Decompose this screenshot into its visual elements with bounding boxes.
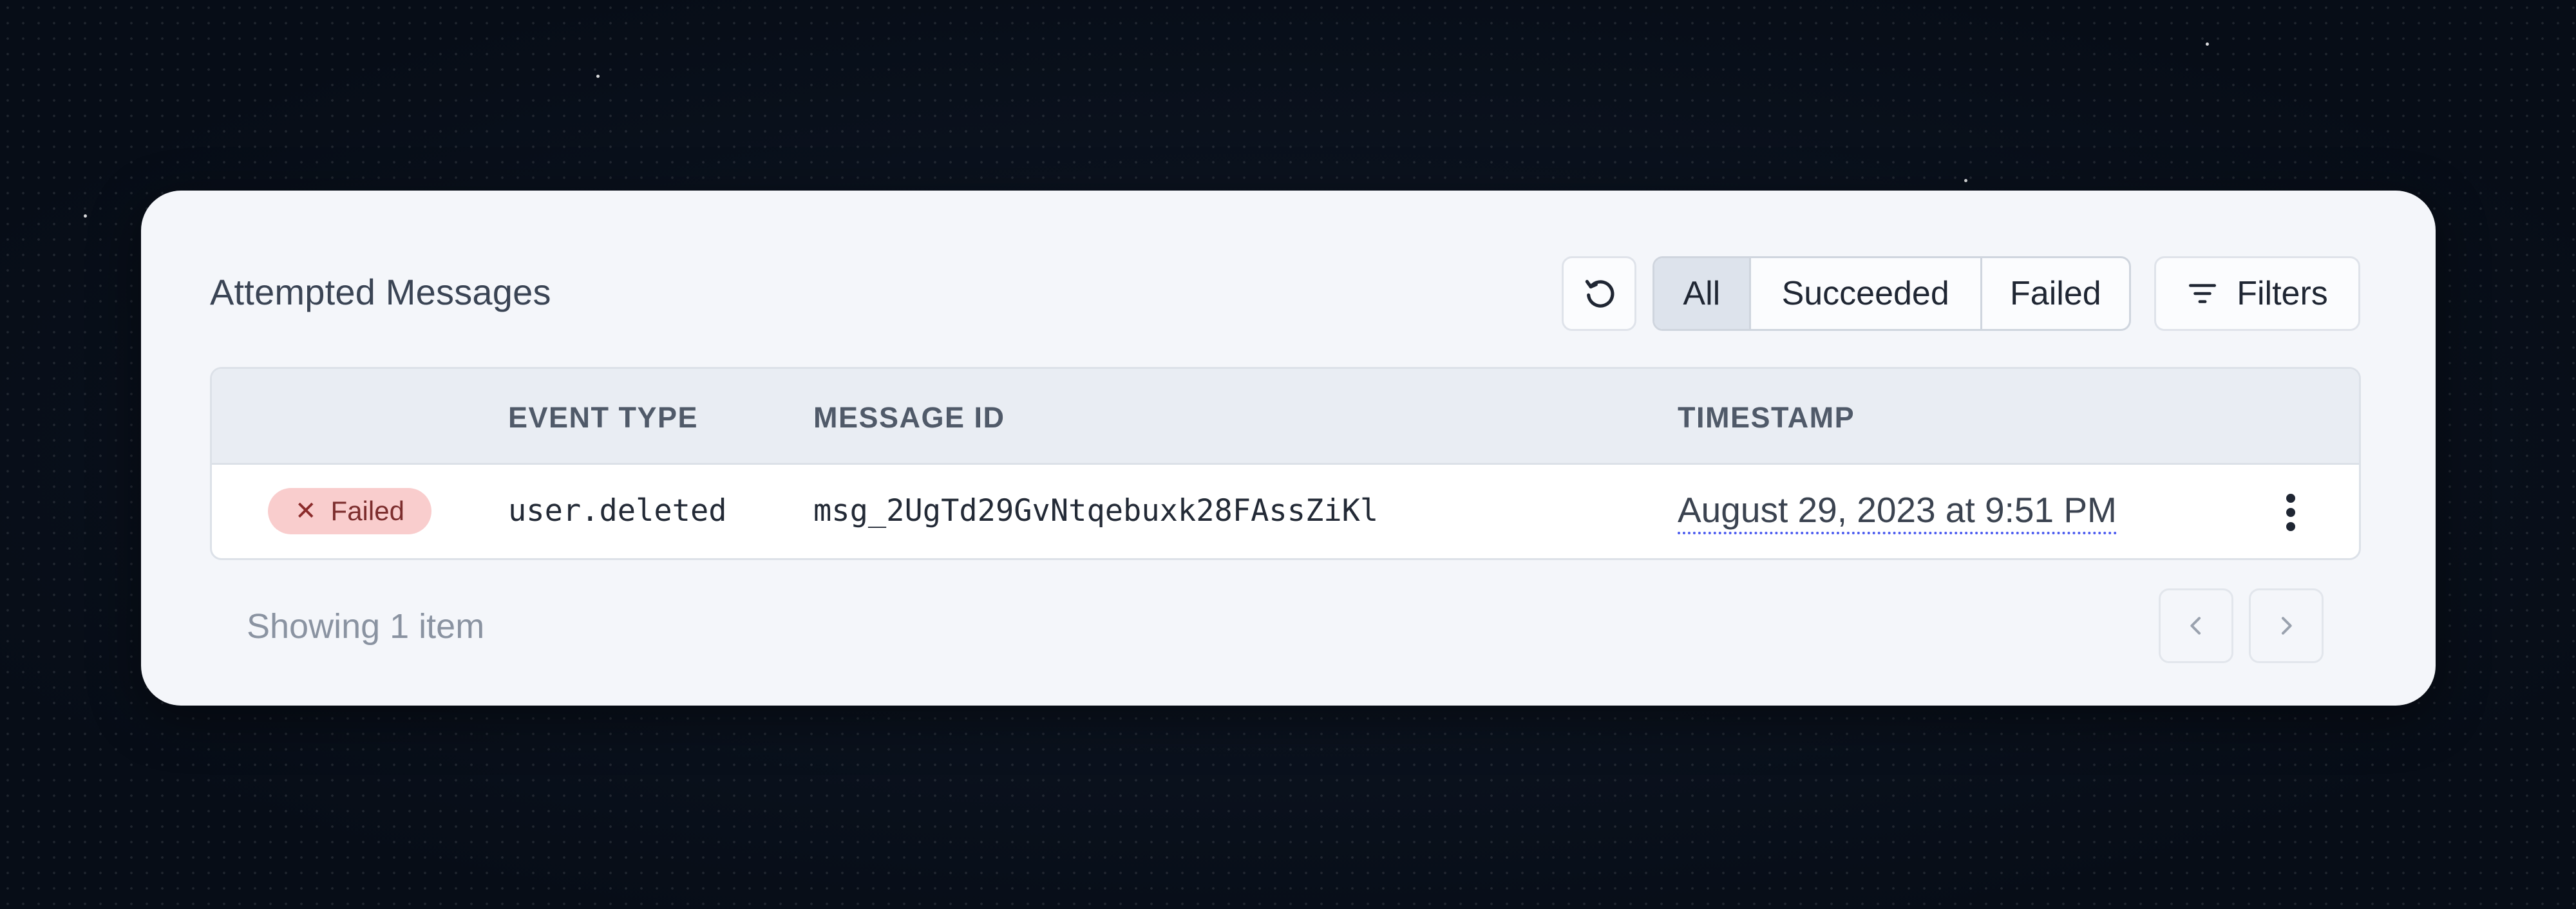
refresh-button[interactable]: [1562, 256, 1636, 331]
message-id-cell: msg_2UgTd29GvNtqebuxk28FAssZiKl: [813, 493, 1379, 529]
status-badge: ✕ Failed: [268, 488, 431, 534]
column-header-timestamp: TIMESTAMP: [1678, 401, 1855, 434]
table-row[interactable]: ✕ Failed user.deleted msg_2UgTd29GvNtqeb…: [212, 465, 2359, 558]
status-label: Failed: [330, 496, 404, 526]
chevron-left-icon: [2190, 617, 2201, 635]
next-page-button[interactable]: [2249, 588, 2324, 663]
previous-page-button[interactable]: [2159, 588, 2233, 663]
event-type-cell: user.deleted: [508, 493, 727, 529]
filters-button[interactable]: Filters: [2154, 256, 2360, 331]
column-header-event-type: EVENT TYPE: [508, 401, 699, 434]
timestamp-cell[interactable]: August 29, 2023 at 9:51 PM: [1678, 489, 2117, 534]
messages-table: EVENT TYPE MESSAGE ID TIMESTAMP ✕ Failed…: [210, 367, 2361, 560]
section-title: Attempted Messages: [210, 272, 551, 312]
chevron-right-icon: [2282, 617, 2292, 635]
status-filter-tabs: All Succeeded Failed: [1653, 256, 2131, 331]
tab-all[interactable]: All: [1654, 258, 1751, 329]
column-header-message-id: MESSAGE ID: [813, 401, 1005, 434]
table-header: EVENT TYPE MESSAGE ID TIMESTAMP: [212, 369, 2359, 465]
tab-succeeded[interactable]: Succeeded: [1751, 258, 1982, 329]
refresh-icon: [1585, 279, 1615, 308]
filters-label: Filters: [2237, 275, 2328, 312]
item-count-text: Showing 1 item: [247, 607, 485, 646]
kebab-menu-icon[interactable]: [2271, 487, 2310, 538]
x-icon: ✕: [295, 497, 317, 525]
filter-lines-icon: [2189, 284, 2217, 303]
attempted-messages-card: Attempted Messages All Succeeded Failed …: [141, 191, 2436, 706]
tab-failed[interactable]: Failed: [1982, 258, 2129, 329]
